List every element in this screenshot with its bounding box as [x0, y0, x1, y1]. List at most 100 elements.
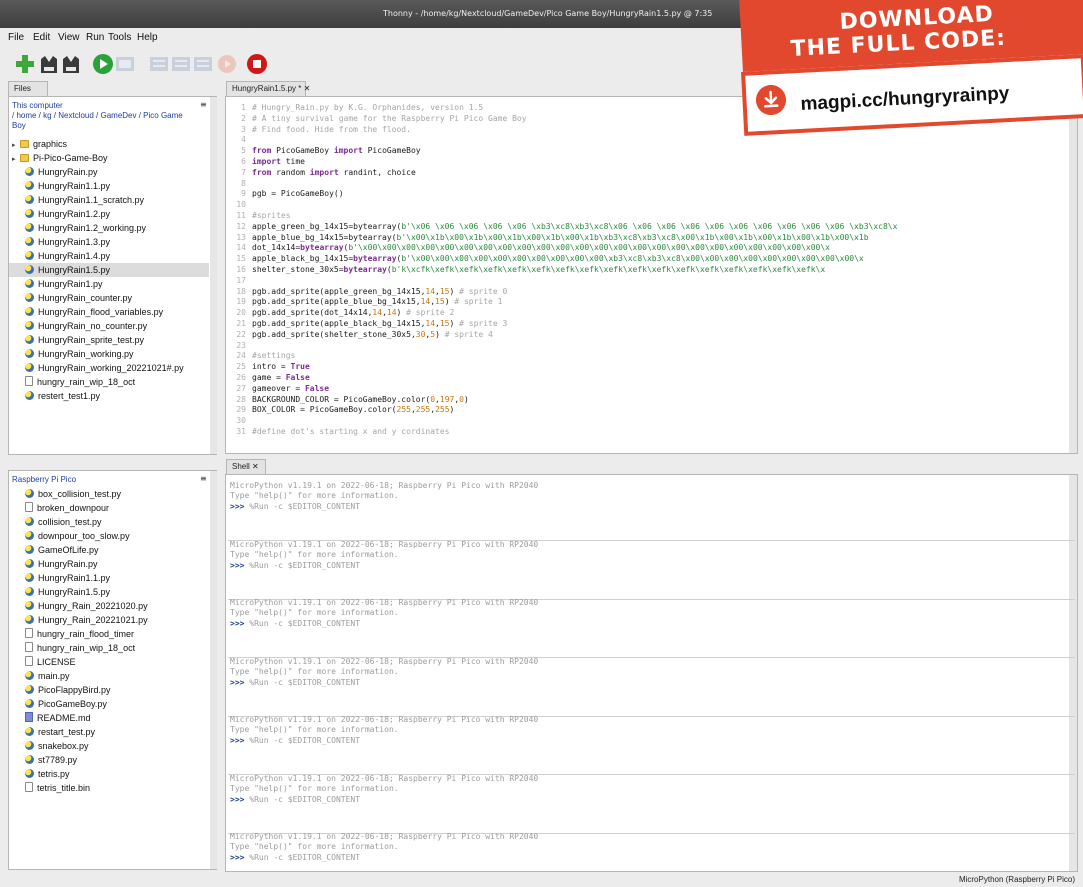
shell-command-line[interactable]: >>> %Run -c $EDITOR_CONTENT — [230, 795, 360, 804]
open-file-icon[interactable] — [38, 53, 60, 75]
code-line[interactable]: 9 pgb = PicoGameBoy() — [230, 189, 897, 200]
shell-command-line[interactable]: >>> %Run -c $EDITOR_CONTENT — [230, 736, 360, 745]
computer-file-item[interactable]: HungryRain_counter.py — [9, 291, 209, 305]
code-line[interactable]: 29 BOX_COLOR = PicoGameBoy.color(255,255,… — [230, 405, 897, 416]
code-line[interactable]: 26 game = False — [230, 373, 897, 384]
computer-file-item[interactable]: ▸ Pi-Pico-Game-Boy — [9, 151, 209, 165]
code-line[interactable]: 24 #settings — [230, 351, 897, 362]
computer-file-item[interactable]: HungryRain_working.py — [9, 347, 209, 361]
pico-file-item[interactable]: GameOfLife.py — [9, 543, 209, 557]
code-line[interactable]: 27 gameover = False — [230, 384, 897, 395]
pico-file-item[interactable]: main.py — [9, 669, 209, 683]
code-line[interactable]: 23 — [230, 341, 897, 352]
code-line[interactable]: 22 pgb.add_sprite(shelter_stone_30x5,30,5… — [230, 330, 897, 341]
computer-file-item[interactable]: HungryRain1.py — [9, 277, 209, 291]
pico-file-item[interactable]: downpour_too_slow.py — [9, 529, 209, 543]
code-line[interactable]: 18 pgb.add_sprite(apple_green_bg_14x15,14… — [230, 287, 897, 298]
tab-shell[interactable]: Shell ✕ — [226, 459, 266, 474]
pico-file-item[interactable]: box_collision_test.py — [9, 487, 209, 501]
computer-file-item[interactable]: HungryRain1.1.py — [9, 179, 209, 193]
menu-help[interactable]: Help — [137, 32, 158, 43]
code-line[interactable]: 19 pgb.add_sprite(apple_blue_bg_14x15,14,… — [230, 297, 897, 308]
pico-file-item[interactable]: restart_test.py — [9, 725, 209, 739]
tab-editor-file[interactable]: HungryRain1.5.py * ✕ — [226, 81, 310, 96]
computer-scrollbar[interactable] — [210, 97, 217, 454]
code-line[interactable]: 11 #sprites — [230, 211, 897, 222]
code-line[interactable]: 21 pgb.add_sprite(apple_black_bg_14x15,14… — [230, 319, 897, 330]
computer-file-item[interactable]: HungryRain_no_counter.py — [9, 319, 209, 333]
pico-file-item[interactable]: tetris_title.bin — [9, 781, 209, 795]
resume-icon[interactable] — [216, 53, 238, 75]
panel-menu-icon[interactable]: ≡ — [200, 100, 207, 109]
computer-file-item[interactable]: HungryRain.py — [9, 165, 209, 179]
pico-file-item[interactable]: st7789.py — [9, 753, 209, 767]
interpreter-status[interactable]: MicroPython (Raspberry Pi Pico) — [959, 875, 1075, 884]
computer-file-item[interactable]: restert_test1.py — [9, 389, 209, 403]
computer-file-item[interactable]: hungry_rain_wip_18_oct — [9, 375, 209, 389]
stop-icon[interactable] — [246, 53, 268, 75]
code-line[interactable]: 14 dot_14x14=bytearray(b'\x00\x00\x00\x00… — [230, 243, 897, 254]
code-line[interactable]: 31 #define dot's starting x and y cordina… — [230, 427, 897, 438]
computer-file-item[interactable]: ▸ graphics — [9, 137, 209, 151]
menu-run[interactable]: Run — [86, 32, 104, 43]
menu-view[interactable]: View — [58, 32, 80, 43]
shell-command-line[interactable]: >>> %Run -c $EDITOR_CONTENT — [230, 619, 360, 628]
computer-file-item[interactable]: HungryRain1.4.py — [9, 249, 209, 263]
pico-file-item[interactable]: Hungry_Rain_20221020.py — [9, 599, 209, 613]
code-lines[interactable]: 1 # Hungry_Rain.py by K.G. Orphanides, ve… — [230, 103, 897, 438]
pico-file-item[interactable]: PicoFlappyBird.py — [9, 683, 209, 697]
tab-files[interactable]: Files — [8, 81, 48, 96]
panel-menu-icon[interactable]: ≡ — [200, 474, 207, 483]
step-over-icon[interactable] — [148, 53, 170, 75]
pico-file-item[interactable]: LICENSE — [9, 655, 209, 669]
pico-file-item[interactable]: HungryRain1.5.py — [9, 585, 209, 599]
pico-file-item[interactable]: hungry_rain_flood_timer — [9, 627, 209, 641]
computer-file-item[interactable]: HungryRain1.1_scratch.py — [9, 193, 209, 207]
pico-file-item[interactable]: HungryRain.py — [9, 557, 209, 571]
step-out-icon[interactable] — [192, 53, 214, 75]
code-line[interactable]: 7 from random import randint, choice — [230, 168, 897, 179]
code-line[interactable]: 17 — [230, 276, 897, 287]
step-into-icon[interactable] — [170, 53, 192, 75]
pico-file-item[interactable]: PicoGameBoy.py — [9, 697, 209, 711]
pico-file-item[interactable]: HungryRain1.1.py — [9, 571, 209, 585]
code-line[interactable]: 25 intro = True — [230, 362, 897, 373]
shell-command-line[interactable]: >>> %Run -c $EDITOR_CONTENT — [230, 853, 360, 862]
shell-command-line[interactable]: >>> %Run -c $EDITOR_CONTENT — [230, 502, 360, 511]
computer-path[interactable]: / home / kg / Nextcloud / GameDev / Pico… — [12, 111, 197, 131]
computer-file-item[interactable]: HungryRain_sprite_test.py — [9, 333, 209, 347]
save-file-icon[interactable] — [60, 53, 82, 75]
computer-file-item[interactable]: HungryRain1.3.py — [9, 235, 209, 249]
computer-file-item[interactable]: HungryRain_working_20221021#.py — [9, 361, 209, 375]
computer-file-item[interactable]: HungryRain1.2.py — [9, 207, 209, 221]
debug-icon[interactable] — [114, 53, 136, 75]
run-icon[interactable] — [92, 53, 114, 75]
menu-file[interactable]: File — [8, 32, 24, 43]
new-file-icon[interactable] — [14, 53, 36, 75]
shell-command-line[interactable]: >>> %Run -c $EDITOR_CONTENT — [230, 678, 360, 687]
computer-file-item[interactable]: HungryRain1.2_working.py — [9, 221, 209, 235]
pico-file-item[interactable]: Hungry_Rain_20221021.py — [9, 613, 209, 627]
code-line[interactable]: 6 import time — [230, 157, 897, 168]
code-line[interactable]: 12 apple_green_bg_14x15=bytearray(b'\x06 … — [230, 222, 897, 233]
menu-edit[interactable]: Edit — [33, 32, 50, 43]
pico-file-item[interactable]: broken_downpour — [9, 501, 209, 515]
pico-file-item[interactable]: README.md — [9, 711, 209, 725]
menu-tools[interactable]: Tools — [108, 32, 131, 43]
pico-file-item[interactable]: collision_test.py — [9, 515, 209, 529]
computer-file-item[interactable]: HungryRain1.5.py — [9, 263, 209, 277]
shell-command-line[interactable]: >>> %Run -c $EDITOR_CONTENT — [230, 561, 360, 570]
code-line[interactable]: 30 — [230, 416, 897, 427]
computer-file-item[interactable]: HungryRain_flood_variables.py — [9, 305, 209, 319]
code-line[interactable]: 10 — [230, 200, 897, 211]
code-line[interactable]: 5 from PicoGameBoy import PicoGameBoy — [230, 146, 897, 157]
editor-scrollbar[interactable] — [1069, 97, 1077, 453]
code-line[interactable]: 16 shelter_stone_30x5=bytearray(b'k\xcfk\… — [230, 265, 897, 276]
code-editor[interactable]: 1 # Hungry_Rain.py by K.G. Orphanides, ve… — [225, 96, 1078, 454]
code-line[interactable]: 8 — [230, 179, 897, 190]
pico-scrollbar[interactable] — [210, 471, 217, 869]
code-line[interactable]: 28 BACKGROUND_COLOR = PicoGameBoy.color(0… — [230, 395, 897, 406]
code-line[interactable]: 15 apple_black_bg_14x15=bytearray(b'\x00\… — [230, 254, 897, 265]
code-line[interactable]: 13 apple_blue_bg_14x15=bytearray(b'\x00\x… — [230, 233, 897, 244]
code-line[interactable]: 20 pgb.add_sprite(dot_14x14,14,14) # spri… — [230, 308, 897, 319]
